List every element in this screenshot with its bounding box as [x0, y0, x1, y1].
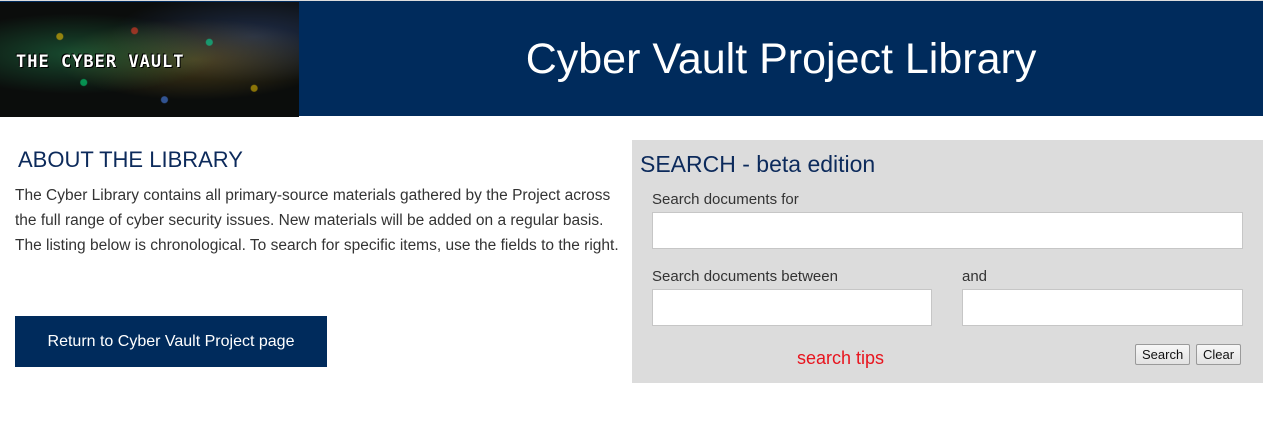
date-to-input[interactable]	[962, 289, 1243, 326]
logo-text: THE CYBER VAULT	[16, 52, 185, 72]
search-heading: SEARCH - beta edition	[640, 151, 876, 177]
clear-button[interactable]: Clear	[1196, 344, 1242, 365]
search-button[interactable]: Search	[1135, 344, 1191, 365]
page-title: Cyber Vault Project Library	[525, 34, 1037, 83]
about-description: The Cyber Library contains all primary-s…	[15, 187, 619, 254]
return-to-project-button[interactable]: Return to Cyber Vault Project page	[15, 316, 327, 367]
cyber-vault-logo[interactable]: THE CYBER VAULT	[0, 2, 299, 117]
search-query-label: Search documents for	[652, 191, 799, 208]
search-tips-link[interactable]: search tips	[797, 348, 884, 369]
search-query-input[interactable]	[652, 212, 1243, 249]
date-from-input[interactable]	[652, 289, 932, 326]
search-and-label: and	[962, 268, 988, 285]
site-header: THE CYBER VAULT Cyber Vault Project Libr…	[0, 0, 1263, 117]
about-heading: ABOUT THE LIBRARY	[18, 147, 243, 172]
search-between-label: Search documents between	[652, 268, 838, 285]
search-panel: SEARCH - beta edition Search documents f…	[632, 140, 1263, 383]
